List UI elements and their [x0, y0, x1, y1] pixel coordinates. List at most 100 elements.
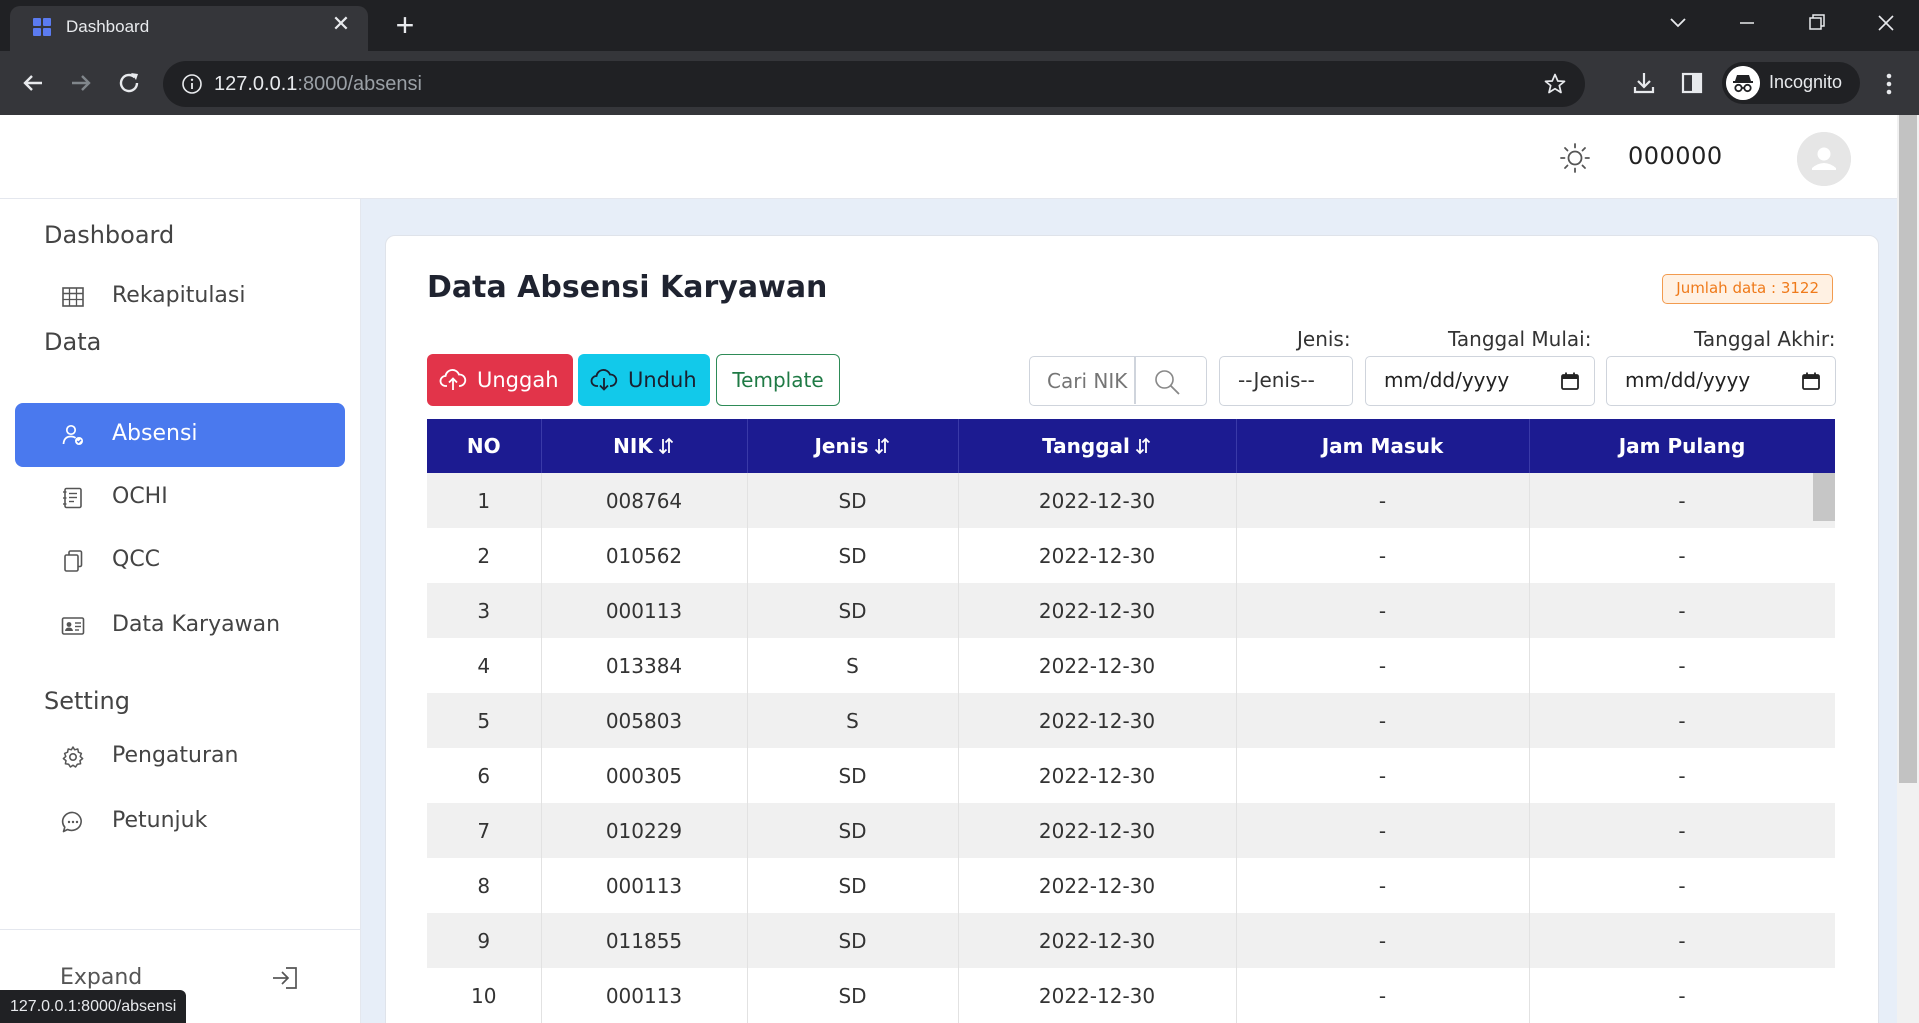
table-cell: SD — [747, 968, 959, 1023]
table-cell: 2022-12-30 — [958, 968, 1237, 1023]
table-cell: - — [1529, 638, 1835, 693]
table-cell: S — [747, 693, 959, 748]
forward-arrow-icon[interactable] — [65, 67, 97, 99]
sort-icon[interactable] — [657, 434, 675, 458]
table-row: 2 010562 SD 2022-12-30- - — [427, 528, 1835, 583]
search-icon[interactable] — [1152, 367, 1182, 397]
table-cell: - — [1529, 858, 1835, 913]
site-info-icon[interactable] — [181, 73, 203, 95]
table-cell: 2022-12-30 — [958, 913, 1237, 968]
upload-button[interactable]: Unggah — [427, 354, 573, 406]
browser-tab-strip: Dashboard ✕ + — [0, 0, 1919, 51]
sign-in-icon[interactable] — [270, 965, 300, 991]
reload-icon[interactable] — [113, 67, 145, 99]
minimize-icon[interactable] — [1727, 8, 1767, 38]
browser-tab[interactable]: Dashboard ✕ — [10, 6, 368, 51]
table-cell: 010229 — [541, 803, 748, 858]
table-cell: - — [1236, 803, 1530, 858]
table-cell: 000113 — [541, 968, 748, 1023]
template-button-label: Template — [732, 368, 824, 392]
sidebar-section-dashboard: Dashboard — [44, 221, 175, 249]
table-cell: - — [1236, 913, 1530, 968]
table-cell: 2022-12-30 — [958, 803, 1237, 858]
avatar[interactable] — [1797, 132, 1851, 186]
table-row: 7 010229 SD 2022-12-30- - — [427, 803, 1835, 858]
table-cell: 1 — [427, 473, 542, 528]
gear-icon — [62, 746, 84, 768]
table-cell: 000305 — [541, 748, 748, 803]
template-button[interactable]: Template — [716, 354, 840, 406]
bookmark-star-icon[interactable] — [1543, 72, 1567, 96]
download-icon[interactable] — [1630, 69, 1658, 97]
table-row: 3 000113 SD 2022-12-30- - — [427, 583, 1835, 638]
table-cell: 2022-12-30 — [958, 748, 1237, 803]
table-cell: 011855 — [541, 913, 748, 968]
page-scrollbar[interactable] — [1897, 115, 1919, 1023]
table-row: 8 000113 SD 2022-12-30- - — [427, 858, 1835, 913]
chat-icon — [61, 811, 82, 833]
url-path: :8000/absensi — [297, 73, 422, 95]
profile-label: Incognito — [1769, 72, 1843, 92]
sort-icon[interactable] — [873, 434, 891, 458]
web-page: 000000 Dashboard Rekapitulasi Data Absen… — [0, 115, 1919, 1023]
close-tab-icon[interactable]: ✕ — [328, 12, 354, 38]
table-cell: - — [1529, 693, 1835, 748]
close-window-icon[interactable] — [1866, 8, 1906, 38]
user-name[interactable]: 000000 — [1628, 142, 1723, 170]
sidebar-section-data: Data — [44, 328, 102, 356]
table-cell: S — [747, 638, 959, 693]
sidebar: Dashboard Rekapitulasi Data Absensi OCHI… — [0, 199, 361, 1023]
sidebar-item-ochi[interactable]: OCHI — [15, 466, 345, 530]
download-button[interactable]: Unduh — [578, 354, 710, 406]
page-scrollbar-thumb[interactable] — [1899, 115, 1917, 783]
new-tab-button[interactable]: + — [388, 9, 422, 42]
end-date-input[interactable]: mm/dd/yyyy — [1606, 356, 1836, 406]
sort-icon[interactable] — [1134, 434, 1152, 458]
table-cell: 9 — [427, 913, 542, 968]
download-button-label: Unduh — [628, 368, 697, 392]
column-header-label: Jam Masuk — [1321, 434, 1444, 458]
sidebar-item-rekapitulasi[interactable]: Rekapitulasi — [15, 265, 345, 329]
incognito-profile-button[interactable]: Incognito — [1722, 62, 1860, 104]
sidebar-item-absensi[interactable]: Absensi — [15, 403, 345, 467]
column-header-label: NO — [466, 434, 501, 458]
sidebar-expand-label[interactable]: Expand — [60, 965, 142, 990]
sidebar-item-pengaturan[interactable]: Pengaturan — [15, 725, 345, 789]
sidebar-item-data-karyawan[interactable]: Data Karyawan — [15, 594, 345, 658]
column-header[interactable]: Jenis — [747, 419, 959, 473]
table-cell: - — [1236, 473, 1530, 528]
calendar-icon[interactable] — [1560, 371, 1580, 391]
calendar-icon[interactable] — [1801, 371, 1821, 391]
absensi-table-container[interactable]: NO NIK Jenis Tanggal Jam Masuk Jam Pulang 1 00… — [427, 419, 1835, 1023]
table-cell: 005803 — [541, 693, 748, 748]
browser-menu-icon[interactable] — [1879, 71, 1899, 97]
table-icon — [62, 287, 84, 307]
restore-icon[interactable] — [1797, 8, 1837, 38]
sidebar-item-petunjuk[interactable]: Petunjuk — [15, 790, 345, 854]
sun-icon[interactable] — [1558, 141, 1592, 175]
table-cell: - — [1529, 748, 1835, 803]
table-row: 10 000113 SD 2022-12-30- - — [427, 968, 1835, 1023]
tab-search-chevron-icon[interactable] — [1658, 8, 1698, 38]
table-cell: - — [1236, 693, 1530, 748]
column-header: NO — [427, 419, 542, 473]
column-header[interactable]: Tanggal — [958, 419, 1237, 473]
search-input[interactable] — [1030, 357, 1134, 404]
sidebar-section-setting: Setting — [44, 687, 130, 715]
table-cell: 4 — [427, 638, 542, 693]
side-panel-icon[interactable] — [1678, 69, 1706, 97]
column-header[interactable]: NIK — [541, 419, 748, 473]
back-arrow-icon[interactable] — [17, 67, 49, 99]
jenis-select[interactable]: --Jenis-- — [1219, 356, 1353, 406]
upload-button-label: Unggah — [477, 368, 559, 392]
table-cell: - — [1236, 858, 1530, 913]
table-cell: - — [1236, 968, 1530, 1023]
sidebar-item-label: Rekapitulasi — [112, 283, 246, 308]
address-bar[interactable]: 127.0.0.1:8000/absensi — [163, 61, 1585, 107]
url-text: 127.0.0.1:8000/absensi — [214, 73, 422, 96]
start-date-input[interactable]: mm/dd/yyyy — [1365, 356, 1595, 406]
table-scrollbar-thumb[interactable] — [1813, 473, 1835, 521]
sidebar-item-qcc[interactable]: QCC — [15, 529, 345, 593]
jenis-filter-label: Jenis: — [1297, 327, 1351, 351]
cloud-upload-icon — [439, 369, 467, 390]
